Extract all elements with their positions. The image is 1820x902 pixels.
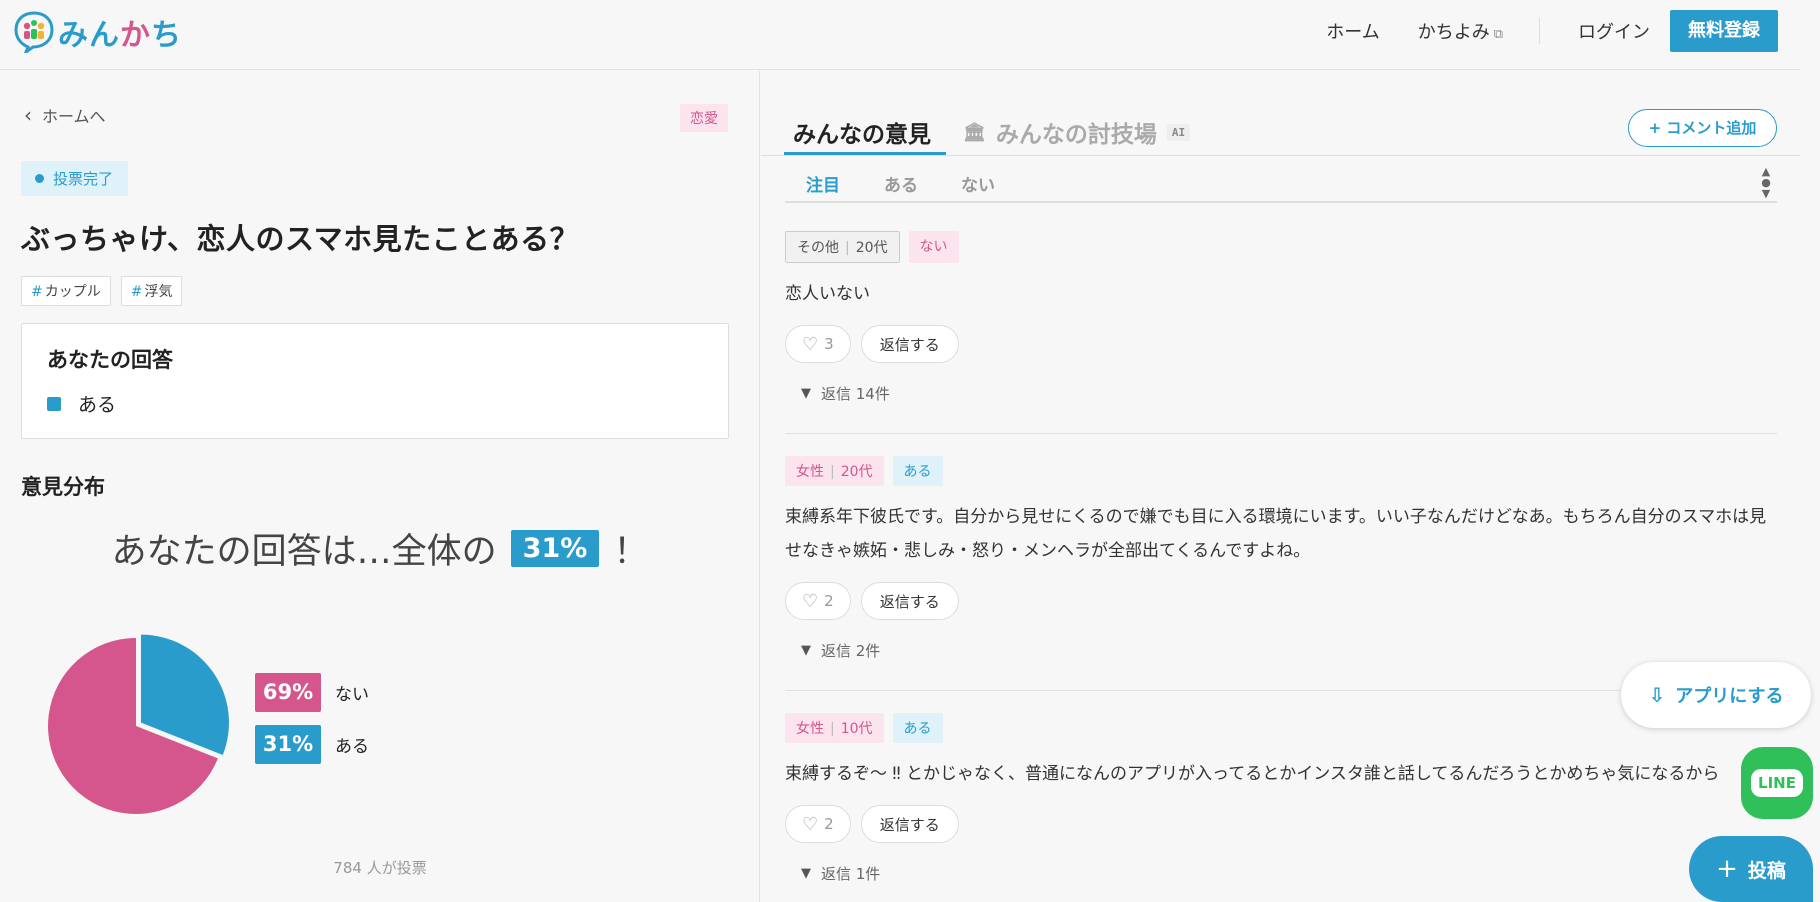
vote-count: 784 人が投票	[333, 859, 427, 877]
tag-couple[interactable]: # カップル	[21, 276, 111, 306]
heart-icon: ♡	[802, 590, 819, 612]
answer-color-swatch	[47, 396, 61, 411]
like-button[interactable]: ♡ 2	[785, 805, 851, 843]
more-options-icon[interactable]: ▲ ● ▼	[1760, 166, 1772, 199]
comment-item: 女性 | 10代 ある 束縛するぞ〜 ‼ とかじゃなく、普通になんのアプリが入ってる…	[785, 713, 1777, 884]
comment-actions: ♡ 2 返信する	[785, 805, 1777, 843]
category-badge[interactable]: 恋愛	[680, 104, 728, 132]
show-replies-toggle[interactable]: ▼ 返信 2件	[801, 640, 1777, 661]
comment-badges: 女性 | 10代 ある	[785, 713, 1777, 743]
line-logo-icon: LINE	[1751, 769, 1803, 797]
top-nav: ホーム かちよみ ⧉ ログイン 無料登録	[1288, 10, 1778, 52]
external-link-icon: ⧉	[1493, 27, 1503, 42]
logo[interactable]: みんかち	[14, 10, 182, 54]
triangle-down-icon: ▼	[801, 386, 811, 401]
comment-text: 束縛系年下彼氏です。自分から見せにくるので嫌でも目に入る環境にいます。いい子なん…	[785, 507, 1767, 561]
commenter-attribute-badge: 女性 | 10代	[785, 713, 884, 743]
comment-divider	[785, 433, 1777, 434]
ai-badge: AI	[1166, 123, 1191, 141]
comment-actions: ♡ 3 返信する	[785, 325, 1777, 363]
status-dot-icon	[35, 174, 44, 183]
triangle-down-icon: ▼	[801, 866, 811, 881]
comment-badges: 女性 | 20代 ある	[785, 456, 1777, 486]
legend-pct-nai: 69%	[255, 673, 321, 712]
logo-text: みんかち	[58, 18, 182, 53]
nav-kachiyomi-link[interactable]: かちよみ ⧉	[1418, 18, 1503, 44]
triangle-down-icon: ▼	[801, 643, 811, 658]
legend-item-aru: 31% ある	[255, 725, 369, 764]
comments-panel: みんなの意見 🏛 みんなの討技場 AI + コメント追加 注目 ある ない ▲ ●…	[761, 71, 1820, 902]
comment-vote-badge: ない	[908, 231, 959, 263]
your-answer-box: あなたの回答 ある	[21, 323, 729, 439]
result-suffix: ！	[613, 532, 649, 572]
comment-item: その他 | 20代 ない 恋人いない ♡ 3 返信する ▼ 返信 14件	[785, 231, 1777, 404]
legend-item-nai: 69% ない	[255, 673, 369, 712]
your-answer-title: あなたの回答	[47, 348, 173, 372]
commenter-attribute-badge: 女性 | 20代	[785, 456, 884, 486]
signup-button[interactable]: 無料登録	[1670, 10, 1778, 52]
nav-login-link[interactable]: ログイン	[1578, 18, 1650, 44]
back-label: ホームへ	[42, 107, 106, 126]
plus-icon: +	[1716, 854, 1738, 884]
legend-label-nai: ない	[335, 685, 369, 705]
colosseum-icon: 🏛	[963, 121, 986, 143]
comment-text: 束縛するぞ〜 ‼ とかじゃなく、普通になんのアプリが入ってるとかインスタ誰と話し…	[785, 764, 1720, 784]
like-button[interactable]: ♡ 3	[785, 325, 851, 363]
filter-divider	[785, 201, 1777, 203]
comment-vote-badge: ある	[892, 456, 943, 486]
add-comment-button[interactable]: + コメント追加	[1628, 109, 1777, 147]
pie-legend: 69% ない 31% ある	[255, 673, 369, 777]
distribution-title: 意見分布	[21, 475, 105, 499]
filter-nai[interactable]: ない	[961, 171, 995, 196]
question-panel: ‹ ホームへ 恋愛 投票完了 ぶっちゃけ、恋人のスマホ見たことある？ # カップル…	[0, 71, 760, 902]
tab-opinions[interactable]: みんなの意見	[793, 115, 931, 149]
comment-item: 女性 | 20代 ある 束縛系年下彼氏です。自分から見せにくるので嫌でも目に入る環境…	[785, 456, 1777, 661]
comment-badges: その他 | 20代 ない	[785, 231, 1777, 263]
result-prefix: あなたの回答は…全体の	[111, 532, 497, 572]
filter-aru[interactable]: ある	[884, 171, 918, 196]
commenter-attribute-badge: その他 | 20代	[785, 231, 900, 263]
filter-featured[interactable]: 注目	[806, 171, 840, 196]
legend-label-aru: ある	[335, 737, 369, 757]
your-answer-value: ある	[47, 390, 116, 417]
status-badge: 投票完了	[21, 161, 129, 196]
reply-button[interactable]: 返信する	[860, 805, 959, 843]
result-percent-badge: 31%	[510, 530, 600, 567]
tag-cheating[interactable]: # 浮気	[120, 276, 183, 306]
heart-icon: ♡	[802, 813, 819, 835]
reply-button[interactable]: 返信する	[860, 325, 959, 363]
line-share-button[interactable]: LINE	[1741, 747, 1813, 819]
tab-ai-debate[interactable]: 🏛 みんなの討技場 AI	[963, 115, 1191, 149]
tabs-divider	[761, 155, 1800, 156]
nav-divider	[1539, 18, 1540, 44]
header: みんかち ホーム かちよみ ⧉ ログイン 無料登録	[0, 0, 1800, 70]
heart-icon: ♡	[802, 333, 819, 355]
nav-home-link[interactable]: ホーム	[1326, 18, 1379, 44]
opinion-pie-chart	[48, 634, 229, 814]
like-button[interactable]: ♡ 2	[785, 582, 851, 620]
comment-vote-badge: ある	[892, 713, 943, 743]
legend-pct-aru: 31%	[255, 725, 321, 764]
comment-text: 恋人いない	[785, 284, 870, 304]
back-to-home-link[interactable]: ‹ ホームへ	[24, 103, 106, 127]
show-replies-toggle[interactable]: ▼ 返信 14件	[801, 383, 1777, 404]
post-button[interactable]: + 投稿	[1689, 836, 1813, 902]
result-summary: あなたの回答は…全体の 31% ！	[0, 523, 760, 574]
reply-button[interactable]: 返信する	[860, 582, 959, 620]
question-title: ぶっちゃけ、恋人のスマホ見たことある？	[21, 222, 580, 256]
show-replies-toggle[interactable]: ▼ 返信 1件	[801, 863, 1777, 884]
logo-icon	[14, 11, 54, 53]
install-app-button[interactable]: ⇩ アプリにする	[1621, 662, 1811, 728]
tag-list: # カップル # 浮気	[21, 276, 192, 306]
comment-actions: ♡ 2 返信する	[785, 582, 1777, 620]
status-label: 投票完了	[53, 170, 114, 188]
chevron-left-icon: ‹	[24, 103, 32, 127]
download-icon: ⇩	[1648, 683, 1666, 707]
